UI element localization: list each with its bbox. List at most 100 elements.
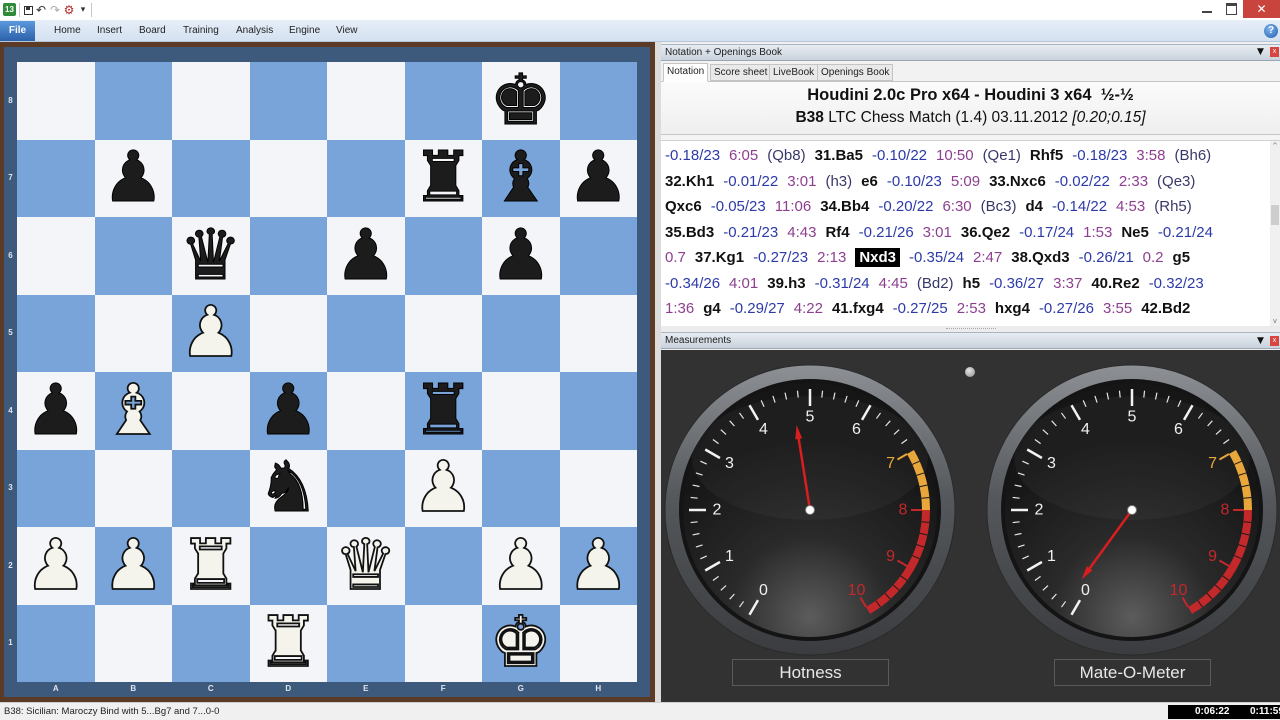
square-f4[interactable]: ♜	[404, 372, 482, 450]
scroll-down-arrow-icon[interactable]: v	[1270, 316, 1280, 326]
square-g4[interactable]	[482, 372, 560, 450]
square-e4[interactable]	[327, 372, 405, 450]
square-e3[interactable]	[327, 449, 405, 527]
file-menu-button[interactable]: File	[0, 21, 35, 41]
app-logo[interactable]: 13	[3, 3, 16, 16]
white-pawn-piece[interactable]: ♟	[178, 296, 243, 368]
square-a1[interactable]	[17, 604, 95, 682]
current-move[interactable]: Nxd3	[855, 248, 900, 267]
tab-openings-book[interactable]: Openings Book	[817, 64, 894, 81]
square-c3[interactable]	[172, 449, 250, 527]
tab-notation[interactable]: Notation	[663, 63, 709, 82]
square-e2[interactable]: ♛	[327, 527, 405, 605]
square-b3[interactable]	[94, 449, 172, 527]
square-g8[interactable]: ♚	[482, 62, 560, 140]
square-f6[interactable]	[404, 217, 482, 295]
square-e8[interactable]	[327, 62, 405, 140]
tab-home[interactable]: Home	[54, 20, 81, 42]
move[interactable]: Qxc6	[665, 198, 702, 215]
move[interactable]: 42.Bd2	[1141, 300, 1190, 317]
white-rook-piece[interactable]: ♜	[256, 606, 321, 678]
black-bishop-piece[interactable]: ♝	[489, 142, 553, 213]
square-b6[interactable]	[94, 217, 172, 295]
pane-menu-dropdown-icon[interactable]: ▼	[1257, 47, 1264, 57]
help-icon[interactable]: ?	[1264, 24, 1278, 38]
move[interactable]: g5	[1173, 249, 1191, 266]
white-pawn-piece[interactable]: ♟	[411, 451, 476, 523]
tab-score-sheet[interactable]: Score sheet	[710, 64, 772, 81]
white-queen-piece[interactable]: ♛	[333, 529, 398, 601]
close-button[interactable]: ✕	[1243, 0, 1280, 18]
square-c6[interactable]: ♛	[172, 217, 250, 295]
black-queen-piece[interactable]: ♛	[179, 219, 243, 290]
white-bishop-piece[interactable]: ♝	[101, 374, 166, 446]
move[interactable]: 31.Ba5	[815, 147, 863, 164]
variation-move[interactable]: (Qe1)	[983, 147, 1021, 164]
tab-insert[interactable]: Insert	[97, 20, 122, 42]
tab-board[interactable]: Board	[139, 20, 166, 42]
black-rook-piece[interactable]: ♜	[411, 142, 475, 213]
square-a2[interactable]: ♟	[17, 527, 95, 605]
move[interactable]: Rhf5	[1030, 147, 1063, 164]
white-pawn-piece[interactable]: ♟	[488, 529, 553, 601]
save-button[interactable]	[21, 2, 35, 18]
square-b7[interactable]: ♟	[94, 139, 172, 217]
notation-text[interactable]: -0.18/23 6:05 (Qb8) 31.Ba5 -0.10/22 10:50 (Qe1…	[661, 141, 1270, 326]
black-knight-piece[interactable]: ♞	[256, 452, 320, 523]
square-d5[interactable]	[249, 294, 327, 372]
black-pawn-piece[interactable]: ♟	[24, 374, 88, 445]
square-d3[interactable]: ♞	[249, 449, 327, 527]
black-rook-piece[interactable]: ♜	[411, 374, 475, 445]
notation-scrollbar[interactable]: ^ v	[1270, 141, 1280, 326]
square-f7[interactable]: ♜	[404, 139, 482, 217]
square-d6[interactable]	[249, 217, 327, 295]
square-a8[interactable]	[17, 62, 95, 140]
square-g3[interactable]	[482, 449, 560, 527]
move[interactable]: 38.Qxd3	[1011, 249, 1069, 266]
tab-training[interactable]: Training	[183, 20, 219, 42]
pane-close-icon[interactable]: x	[1270, 47, 1279, 57]
black-king-piece[interactable]: ♚	[489, 64, 553, 135]
move[interactable]: 41.fxg4	[832, 300, 884, 317]
tab-livebook[interactable]: LiveBook	[769, 64, 819, 81]
square-f3[interactable]: ♟	[404, 449, 482, 527]
white-pawn-piece[interactable]: ♟	[23, 529, 88, 601]
move[interactable]: 36.Qe2	[961, 224, 1010, 241]
square-h1[interactable]	[559, 604, 637, 682]
move[interactable]: hxg4	[995, 300, 1030, 317]
square-c4[interactable]	[172, 372, 250, 450]
minimize-button[interactable]	[1195, 0, 1219, 18]
square-h8[interactable]	[559, 62, 637, 140]
square-e6[interactable]: ♟	[327, 217, 405, 295]
square-g1[interactable]: ♚	[482, 604, 560, 682]
white-pawn-piece[interactable]: ♟	[566, 529, 631, 601]
move[interactable]: 39.h3	[767, 275, 805, 292]
move[interactable]: d4	[1025, 198, 1043, 215]
redo-button[interactable]: ↷	[48, 2, 62, 18]
black-pawn-piece[interactable]: ♟	[489, 219, 553, 290]
variation-move[interactable]: (Bh6)	[1175, 147, 1212, 164]
move[interactable]: 35.Bd3	[665, 224, 714, 241]
square-b5[interactable]	[94, 294, 172, 372]
undo-button[interactable]: ↶	[34, 2, 48, 18]
square-f5[interactable]	[404, 294, 482, 372]
square-g2[interactable]: ♟	[482, 527, 560, 605]
move[interactable]: 32.Kh1	[665, 173, 714, 190]
square-e7[interactable]	[327, 139, 405, 217]
square-f1[interactable]	[404, 604, 482, 682]
variation-move[interactable]: (Qe3)	[1157, 173, 1195, 190]
move[interactable]: Ne5	[1121, 224, 1149, 241]
variation-move[interactable]: (Bd2)	[917, 275, 954, 292]
square-d8[interactable]	[249, 62, 327, 140]
black-pawn-piece[interactable]: ♟	[566, 142, 630, 213]
pane-menu-dropdown-icon[interactable]: ▼	[1257, 336, 1264, 346]
square-a3[interactable]	[17, 449, 95, 527]
square-b1[interactable]	[94, 604, 172, 682]
square-h6[interactable]	[559, 217, 637, 295]
square-h4[interactable]	[559, 372, 637, 450]
tab-analysis[interactable]: Analysis	[236, 20, 273, 42]
square-b2[interactable]: ♟	[94, 527, 172, 605]
move[interactable]: 33.Nxc6	[989, 173, 1046, 190]
square-b8[interactable]	[94, 62, 172, 140]
move[interactable]: 37.Kg1	[695, 249, 744, 266]
